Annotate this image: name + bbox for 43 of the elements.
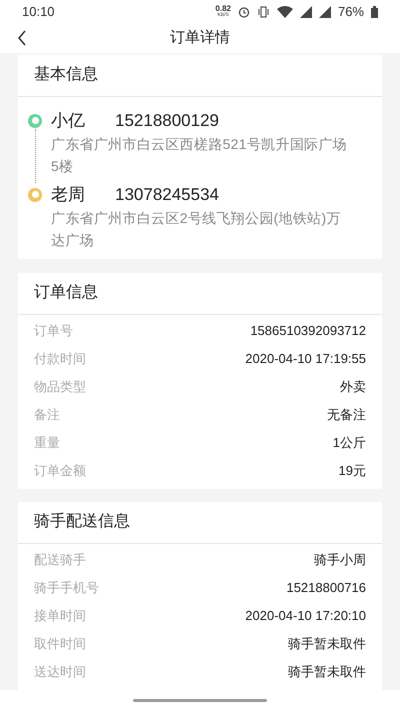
field-value: 无备注 [327,406,366,424]
wifi-icon [276,6,293,18]
battery-percent: 76% [338,2,364,21]
field-value: 骑手暂未取件 [288,662,366,681]
battery-icon [371,6,378,18]
contact-name: 小亿 [51,110,85,132]
field-label: 配送骑手 [34,550,86,569]
contact-address: 广东省广州市白云区2号线飞翔公园(地铁站)万达广场 [51,208,342,250]
signal-icon [300,6,312,18]
back-icon [17,30,27,46]
page-title: 订单详情 [170,28,230,48]
field-value: 骑手小周 [314,550,366,569]
field-label: 接单时间 [34,606,86,625]
field-label: 取件时间 [34,634,86,653]
contact-phone: 13078245534 [115,184,220,206]
field-label: 送达时间 [34,662,86,681]
section-title: 基本信息 [34,64,98,86]
contact-phone: 15218800129 [115,110,220,132]
vibrate-icon [256,6,270,18]
field-value: 骑手暂未取件 [288,634,366,653]
field-value: 1公斤 [332,434,366,452]
signal-icon [318,6,331,18]
field-label: 物品类型 [34,378,86,396]
field-label: 骑手手机号 [34,578,99,597]
contact-address: 广东省广州市白云区西槎路521号凯升国际广场5楼 [51,134,348,176]
status-time: 10:10 [22,2,55,21]
home-indicator[interactable] [133,698,267,702]
field-label: 订单金额 [34,462,86,480]
field-label: 订单号 [34,322,73,340]
field-label: 备注 [34,406,60,424]
network-speed: 0.82 [215,5,231,13]
field-value: 1586510392093712 [250,322,366,340]
alarm-icon [238,6,250,18]
section-title: 订单信息 [34,283,98,304]
field-value: 外卖 [340,378,366,396]
field-label: 付款时间 [34,350,86,368]
field-label: 重量 [34,434,60,452]
field-value: 2020-04-10 17:20:10 [245,606,366,625]
contact-name: 老周 [51,184,85,206]
field-value: 2020-04-10 17:19:55 [245,350,366,368]
section-title: 骑手配送信息 [34,512,130,532]
field-value: 15218800716 [286,578,366,597]
field-value: 19元 [338,462,366,480]
